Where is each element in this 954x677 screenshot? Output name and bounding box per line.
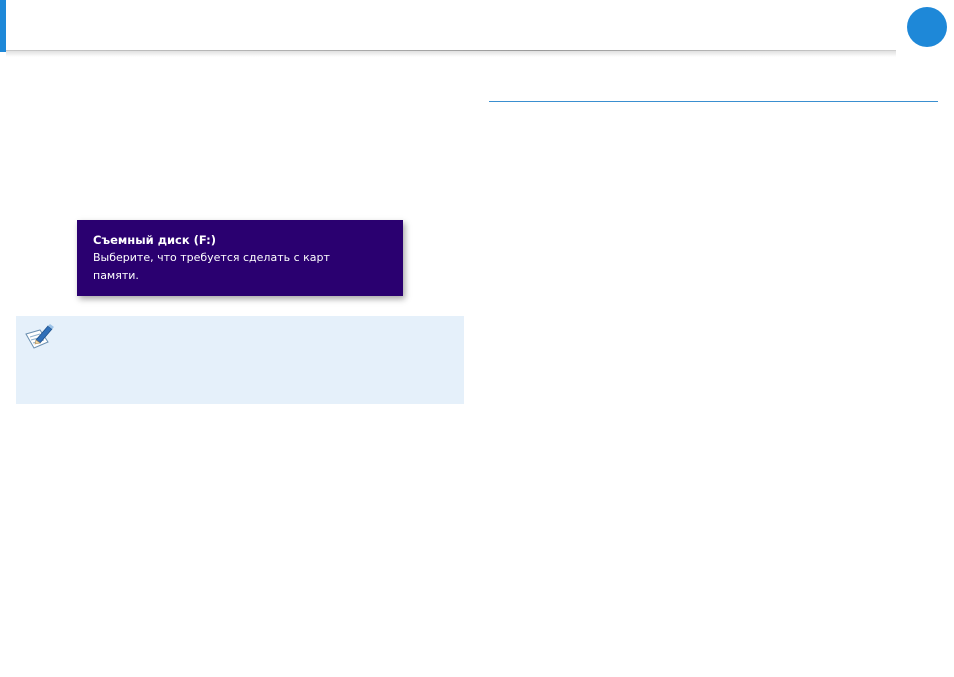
note-pencil-icon: [25, 324, 54, 349]
note-box: [16, 316, 464, 404]
header-accent-bar: [0, 0, 6, 52]
notification-title: Съемный диск (F:): [93, 233, 216, 247]
removable-disk-notification[interactable]: Съемный диск (F:) Выберите, что требуетс…: [77, 220, 403, 296]
manual-page: Съемный диск (F:) Выберите, что требуетс…: [0, 0, 954, 677]
chapter-marker-circle: [907, 7, 947, 47]
header-divider: [6, 50, 896, 57]
notification-body: Выберите, что требуется сделать с карт п…: [93, 251, 330, 282]
section-rule: [489, 101, 938, 102]
